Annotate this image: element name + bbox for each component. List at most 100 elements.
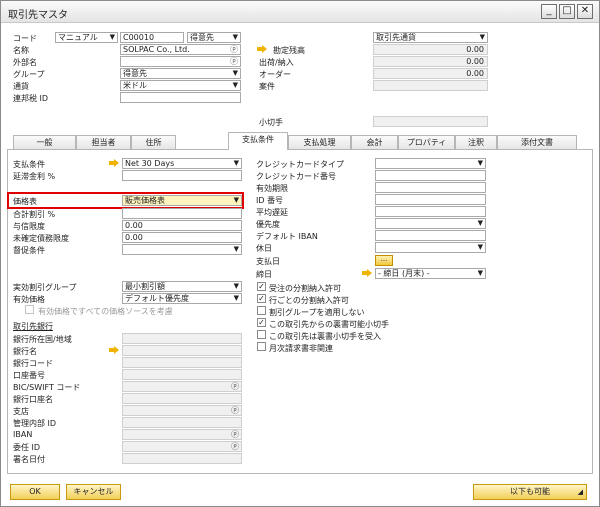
link-arrow-icon[interactable] bbox=[362, 269, 373, 277]
group-dropdown[interactable]: 得意先 ▼ bbox=[120, 68, 241, 79]
ok-button[interactable]: OK bbox=[10, 484, 60, 500]
tab-payment-terms[interactable]: 支払条件 bbox=[228, 132, 288, 150]
account-label: 口座番号 bbox=[13, 371, 45, 380]
closing-value: - 締日 (月末) - bbox=[378, 269, 430, 278]
currency-type-dropdown[interactable]: 取引先通貨 ▼ bbox=[373, 32, 488, 43]
link-icon: ⓟ bbox=[230, 45, 238, 54]
account-name-field[interactable] bbox=[122, 393, 242, 404]
interest-input[interactable] bbox=[122, 170, 242, 181]
checkbox-accepts-endorsed[interactable] bbox=[257, 330, 266, 339]
link-icon: ⓟ bbox=[231, 382, 239, 391]
close-icon[interactable]: ✕ bbox=[577, 4, 593, 19]
bank-country-field[interactable] bbox=[122, 333, 242, 344]
effective-price-dropdown[interactable]: デフォルト優先度 ▼ bbox=[122, 293, 242, 304]
checkbox-no-discount[interactable] bbox=[257, 306, 266, 315]
link-icon: ⓟ bbox=[231, 442, 239, 451]
tab-contacts[interactable]: 担当者 bbox=[76, 135, 131, 149]
tab-general[interactable]: 一般 bbox=[13, 135, 76, 149]
discount-group-dropdown[interactable]: 最小割引額 ▼ bbox=[122, 281, 242, 292]
also-possible-button[interactable]: 以下も可能 ◢ bbox=[473, 484, 587, 500]
minimize-icon[interactable]: _ bbox=[541, 4, 557, 19]
currency-value: 米ドル bbox=[123, 81, 147, 90]
dunning-dropdown[interactable]: ▼ bbox=[122, 244, 242, 255]
split-rows-label: 行ごとの分割納入許可 bbox=[269, 296, 349, 305]
default-iban-input[interactable] bbox=[375, 230, 486, 241]
mandate-id-field[interactable]: ⓟ bbox=[122, 441, 242, 452]
discount-group-value: 最小割引額 bbox=[125, 282, 165, 291]
holidays-dropdown[interactable]: ▼ bbox=[375, 242, 486, 253]
foreign-name-input[interactable]: ⓟ bbox=[120, 56, 241, 67]
cancel-button[interactable]: キャンセル bbox=[66, 484, 121, 500]
dropdown-icon: ▼ bbox=[232, 81, 238, 89]
branch-field[interactable]: ⓟ bbox=[122, 405, 242, 416]
bic-label: BIC/SWIFT コード bbox=[13, 383, 81, 392]
tab-attachments[interactable]: 添付文書 bbox=[497, 135, 577, 149]
no-monthly-invoice-label: 月次請求書非関連 bbox=[269, 344, 333, 353]
commitment-limit-input[interactable]: 0.00 bbox=[122, 232, 242, 243]
card-no-input[interactable] bbox=[375, 170, 486, 181]
priority-dropdown[interactable]: ▼ bbox=[375, 218, 486, 229]
account-field[interactable] bbox=[122, 369, 242, 380]
payment-dates-button[interactable]: ... bbox=[375, 255, 393, 266]
credit-limit-input[interactable]: 0.00 bbox=[122, 220, 242, 231]
link-arrow-icon[interactable] bbox=[109, 346, 120, 354]
card-type-dropdown[interactable]: ▼ bbox=[375, 158, 486, 169]
id-no-input[interactable] bbox=[375, 194, 486, 205]
type-value: 得意先 bbox=[190, 33, 214, 42]
payment-terms-dropdown[interactable]: Net 30 Days ▼ bbox=[122, 158, 242, 169]
link-arrow-icon[interactable] bbox=[109, 159, 120, 167]
expiry-input[interactable] bbox=[375, 182, 486, 193]
tab-accounting[interactable]: 会計 bbox=[351, 135, 398, 149]
name-input[interactable]: SOLPAC Co., Ltd. ⓟ bbox=[120, 44, 241, 55]
menu-arrow-icon: ◢ bbox=[577, 488, 583, 496]
tab-remarks[interactable]: 注釈 bbox=[455, 135, 497, 149]
opportunities-label: 案件 bbox=[259, 82, 275, 91]
foreign-name-label: 外部名 bbox=[13, 58, 37, 67]
type-dropdown[interactable]: 得意先 ▼ bbox=[187, 32, 241, 43]
name-value: SOLPAC Co., Ltd. bbox=[123, 45, 190, 54]
closing-label: 締日 bbox=[256, 270, 272, 279]
code-input[interactable]: C00010 bbox=[120, 32, 184, 43]
currency-dropdown[interactable]: 米ドル ▼ bbox=[120, 80, 241, 91]
bank-name-field[interactable] bbox=[122, 345, 242, 356]
link-arrow-icon[interactable] bbox=[257, 45, 268, 53]
iban-field[interactable]: ⓟ bbox=[122, 429, 242, 440]
iban-label: IBAN bbox=[13, 430, 33, 439]
checkbox-split-rows[interactable]: ✓ bbox=[257, 294, 266, 303]
signature-date-field[interactable] bbox=[122, 453, 242, 464]
dropdown-icon: ▼ bbox=[477, 269, 483, 277]
avg-delay-input[interactable] bbox=[375, 206, 486, 217]
maximize-icon[interactable]: □ bbox=[559, 4, 575, 19]
tab-properties[interactable]: プロパティ bbox=[398, 135, 455, 149]
fed-tax-input[interactable] bbox=[120, 92, 241, 103]
series-dropdown[interactable]: マニュアル ▼ bbox=[55, 32, 118, 43]
payment-terms-value: Net 30 Days bbox=[125, 159, 175, 168]
payment-terms-label: 支払条件 bbox=[13, 160, 45, 169]
fed-tax-label: 連邦税 ID bbox=[13, 94, 49, 103]
endorsable-label: この取引先からの裏書可能小切手 bbox=[269, 320, 389, 329]
dunning-label: 督促条件 bbox=[13, 246, 45, 255]
checkbox-split-orders[interactable]: ✓ bbox=[257, 282, 266, 291]
card-no-label: クレジットカード番号 bbox=[256, 172, 336, 181]
dropdown-icon: ▼ bbox=[477, 243, 483, 251]
link-icon: ⓟ bbox=[230, 57, 238, 66]
closing-dropdown[interactable]: - 締日 (月末) - ▼ bbox=[375, 268, 486, 279]
bank-country-label: 銀行所在国/地域 bbox=[13, 335, 72, 344]
tab-addresses[interactable]: 住所 bbox=[131, 135, 176, 149]
internal-id-field[interactable] bbox=[122, 417, 242, 428]
checkbox-no-monthly-invoice[interactable] bbox=[257, 342, 266, 351]
bank-code-field[interactable] bbox=[122, 357, 242, 368]
effective-price-checkbox[interactable] bbox=[25, 305, 34, 314]
interest-label: 延滞金利 % bbox=[13, 172, 56, 181]
discount-group-label: 実効割引グループ bbox=[13, 283, 77, 292]
branch-label: 支店 bbox=[13, 407, 29, 416]
checks-value bbox=[373, 116, 488, 127]
link-icon: ⓟ bbox=[231, 406, 239, 415]
priority-label: 優先度 bbox=[256, 220, 280, 229]
tab-payment-run[interactable]: 支払処理 bbox=[288, 135, 351, 149]
mandate-id-label: 委任 ID bbox=[13, 443, 41, 452]
total-discount-input[interactable] bbox=[122, 208, 242, 219]
checkbox-endorsable[interactable]: ✓ bbox=[257, 318, 266, 327]
group-label: グループ bbox=[13, 70, 45, 79]
bic-field[interactable]: ⓟ bbox=[122, 381, 242, 392]
